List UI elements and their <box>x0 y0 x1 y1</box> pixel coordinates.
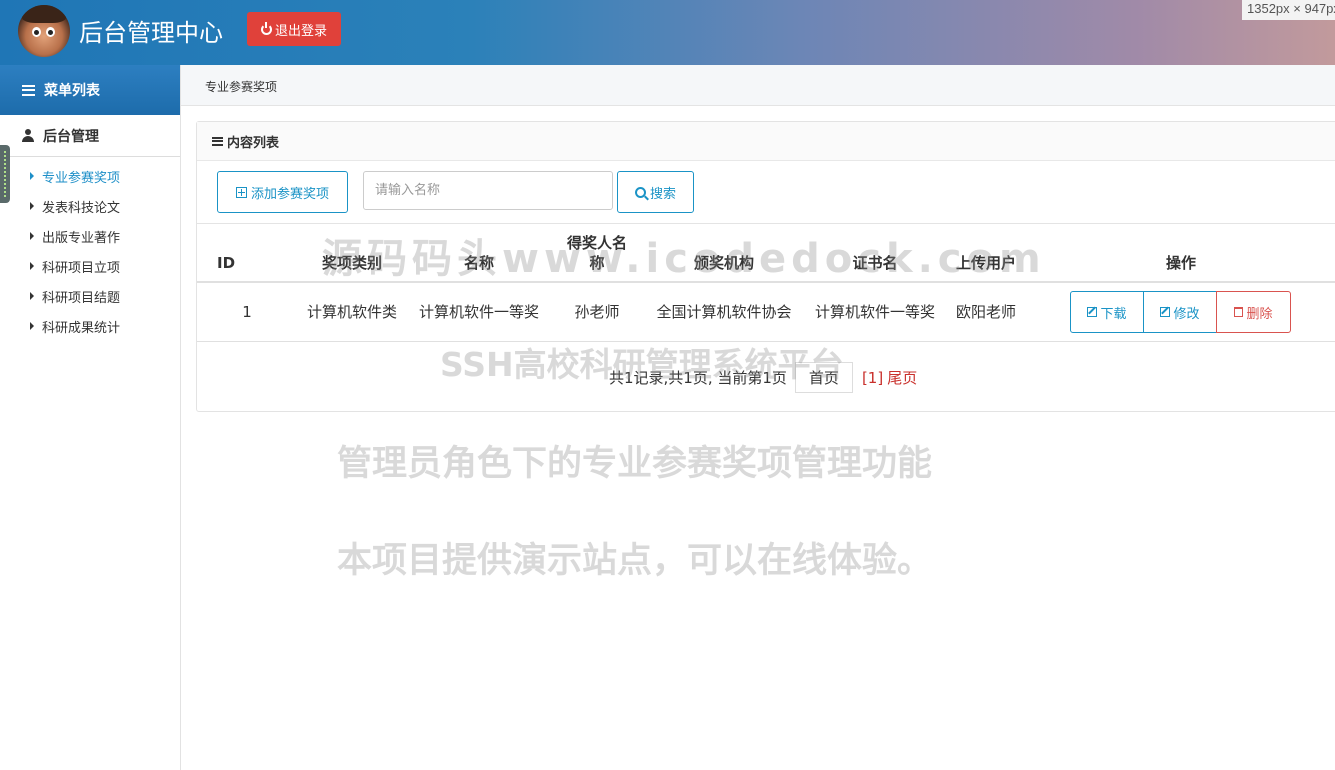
caret-right-icon <box>30 232 34 240</box>
app-title: 后台管理中心 <box>79 19 223 47</box>
column-header-category: 奖项类别 <box>321 254 382 272</box>
first-page-button[interactable]: 首页 <box>794 362 853 393</box>
sidebar-item-label: 科研项目结题 <box>42 290 121 306</box>
caret-right-icon <box>30 292 34 300</box>
column-header-actions: 操作 <box>1165 254 1196 272</box>
last-page-link[interactable]: 尾页 <box>887 367 917 388</box>
column-header-org: 颁奖机构 <box>693 254 754 272</box>
column-header-name: 名称 <box>463 254 494 272</box>
pagination-summary: 共1记录,共1页, 当前第1页 <box>609 369 787 387</box>
cell-uploader: 欧阳老师 <box>955 303 1016 321</box>
caret-right-icon <box>30 172 34 180</box>
delete-label: 删除 <box>1246 306 1273 322</box>
sidebar-nav: 专业参赛奖项 发表科技论文 出版专业著作 科研项目立项 科研项目结题 科研成果统… <box>0 157 180 341</box>
row-actions: 下载 修改 删除 <box>1070 291 1291 333</box>
caret-right-icon <box>30 202 34 210</box>
column-header-id: ID <box>217 254 236 272</box>
search-button[interactable]: 搜索 <box>617 171 694 213</box>
list-icon <box>212 136 223 146</box>
content-panel: 内容列表 添加参赛奖项 搜索 ID 奖项类别 名称 得奖人名称 颁奖机构 证书名… <box>196 121 1335 412</box>
sidebar-item-label: 出版专业著作 <box>42 230 121 246</box>
cell-id: 1 <box>242 303 252 321</box>
edit-icon <box>1087 307 1098 317</box>
plus-square-icon <box>235 186 247 198</box>
download-label: 下载 <box>1100 306 1127 322</box>
edit-icon <box>1160 307 1171 317</box>
user-icon <box>22 129 34 142</box>
cell-name: 计算机软件一等奖 <box>418 303 539 321</box>
delete-button[interactable]: 删除 <box>1216 291 1291 333</box>
sidebar-item-project-approval[interactable]: 科研项目立项 <box>0 251 180 281</box>
current-page-link[interactable]: [1] <box>862 369 883 387</box>
download-button[interactable]: 下载 <box>1070 291 1144 333</box>
breadcrumb: 专业参赛奖项 <box>181 65 1335 106</box>
top-header: 后台管理中心 退出登录 <box>0 0 1335 65</box>
avatar <box>18 5 70 57</box>
search-input[interactable] <box>363 171 613 210</box>
sidebar-item-label: 科研成果统计 <box>42 320 121 336</box>
panel-heading: 内容列表 <box>197 122 1335 161</box>
cell-category: 计算机软件类 <box>306 303 397 321</box>
sidebar-item-label: 发表科技论文 <box>42 200 121 216</box>
sidebar: 菜单列表 后台管理 专业参赛奖项 发表科技论文 出版专业著作 科研项目立项 科研… <box>0 65 181 770</box>
sidebar-item-label: 科研项目立项 <box>42 260 121 276</box>
sidebar-item-awards[interactable]: 专业参赛奖项 <box>0 161 180 191</box>
add-award-button[interactable]: 添加参赛奖项 <box>217 171 348 213</box>
watermark-demo: 本项目提供演示站点，可以在线体验。 <box>337 541 933 581</box>
sidebar-item-label: 专业参赛奖项 <box>42 170 121 186</box>
cell-winner: 孙老师 <box>574 303 620 321</box>
sidebar-group-admin[interactable]: 后台管理 <box>0 115 180 157</box>
edit-button[interactable]: 修改 <box>1143 291 1217 333</box>
table-header: ID 奖项类别 名称 得奖人名称 颁奖机构 证书名 上传用户 操作 <box>197 224 1335 283</box>
logout-label: 退出登录 <box>274 23 327 39</box>
side-drag-handle[interactable] <box>0 145 10 203</box>
column-header-uploader: 上传用户 <box>955 254 1016 272</box>
pagination: 共1记录,共1页, 当前第1页 首页 [1] 尾页 <box>609 362 917 393</box>
sidebar-item-statistics[interactable]: 科研成果统计 <box>0 311 180 341</box>
caret-right-icon <box>30 322 34 330</box>
sidebar-group-label: 后台管理 <box>43 128 99 145</box>
list-icon <box>22 84 35 96</box>
sidebar-item-books[interactable]: 出版专业著作 <box>0 221 180 251</box>
dimension-readout: 1352px × 947px <box>1242 0 1335 20</box>
table-row: 1 计算机软件类 计算机软件一等奖 孙老师 全国计算机软件协会 计算机软件一等奖… <box>197 283 1335 342</box>
sidebar-item-papers[interactable]: 发表科技论文 <box>0 191 180 221</box>
edit-label: 修改 <box>1173 306 1200 322</box>
watermark-feature: 管理员角色下的专业参赛奖项管理功能 <box>337 444 933 484</box>
panel-title: 内容列表 <box>227 135 280 151</box>
search-icon <box>634 186 646 198</box>
trash-icon <box>1234 307 1244 317</box>
menu-header: 菜单列表 <box>0 65 180 115</box>
sidebar-item-project-completion[interactable]: 科研项目结题 <box>0 281 180 311</box>
cell-org: 全国计算机软件协会 <box>656 303 792 321</box>
menu-header-label: 菜单列表 <box>44 83 100 99</box>
logout-button[interactable]: 退出登录 <box>247 12 341 46</box>
cell-cert: 计算机软件一等奖 <box>814 303 935 321</box>
power-icon <box>260 21 272 35</box>
add-award-label: 添加参赛奖项 <box>250 186 329 202</box>
column-header-winner: 得奖人名称 <box>566 234 627 272</box>
search-label: 搜索 <box>649 186 676 202</box>
column-header-cert: 证书名 <box>852 254 898 272</box>
caret-right-icon <box>30 262 34 270</box>
